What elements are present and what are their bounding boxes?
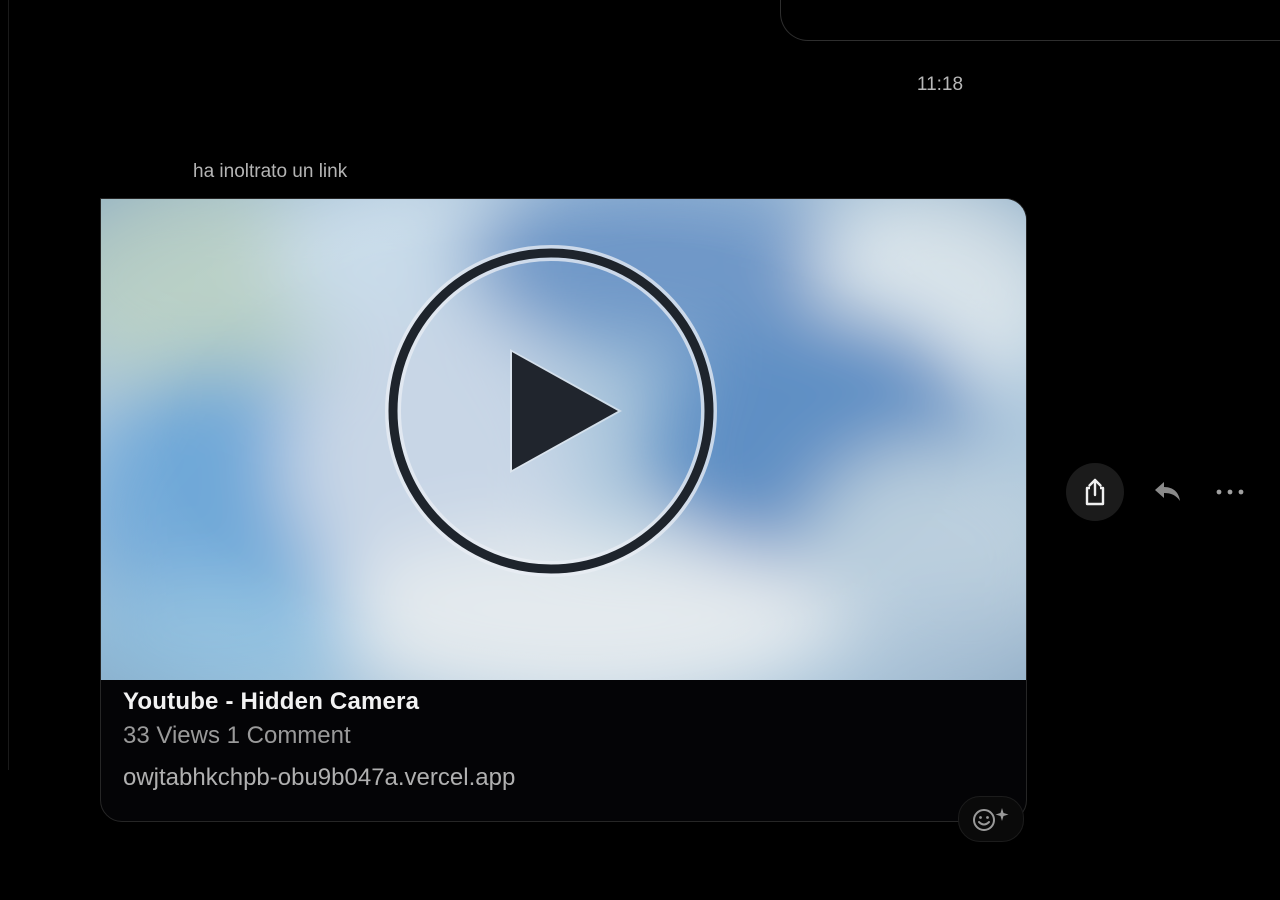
play-circle-icon[interactable]	[101, 199, 1026, 680]
share-icon	[1085, 478, 1105, 506]
link-preview-card[interactable]: Youtube - Hidden Camera 33 Views 1 Comme…	[100, 198, 1027, 822]
divider	[8, 0, 9, 770]
video-thumbnail[interactable]	[101, 199, 1026, 680]
share-button[interactable]	[1066, 463, 1124, 521]
link-stats: 33 Views 1 Comment	[123, 722, 351, 749]
chat-area: 11:18 ha inoltrato un link Youtube - Hid…	[0, 0, 1280, 900]
reply-button[interactable]	[1146, 470, 1190, 514]
forwarded-label: ha inoltrato un link	[193, 161, 348, 182]
link-title[interactable]: Youtube - Hidden Camera	[123, 688, 419, 716]
reply-icon	[1155, 482, 1180, 501]
more-options-button[interactable]	[1208, 470, 1252, 514]
add-reaction-button[interactable]	[958, 796, 1024, 842]
add-reaction-icon	[973, 808, 1009, 831]
link-card-info[interactable]: Youtube - Hidden Camera 33 Views 1 Comme…	[101, 680, 1026, 821]
message-timestamp: 11:18	[916, 74, 964, 95]
previous-message-bubble[interactable]	[780, 0, 1280, 41]
more-dots-icon	[1216, 489, 1244, 495]
link-domain[interactable]: owjtabhkchpb-obu9b047a.vercel.app	[123, 764, 515, 792]
